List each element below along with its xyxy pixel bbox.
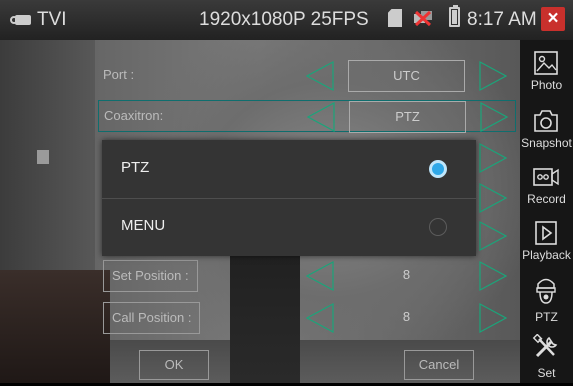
network-warning-icon <box>413 9 433 27</box>
video-sofa <box>0 270 110 383</box>
arrow-right-icon[interactable] <box>476 142 510 174</box>
row-label: Port : <box>103 67 135 82</box>
mode-label: TVI <box>37 9 67 30</box>
mode-indicator: TVI <box>10 9 67 31</box>
dialog-option-menu[interactable]: MENU <box>102 198 476 256</box>
arrow-right-icon[interactable] <box>476 260 510 292</box>
call-position-label: Call Position : <box>103 302 201 334</box>
coaxitron-value[interactable]: PTZ <box>349 101 466 133</box>
menu-row-coaxitron[interactable]: Coaxitron: PTZ <box>98 100 516 133</box>
port-value[interactable]: UTC <box>348 60 465 92</box>
arrow-left-icon[interactable] <box>304 101 338 133</box>
sidebar-item-label: Set <box>537 366 556 380</box>
set-position-label: Set Position : <box>103 260 198 292</box>
arrow-right-icon[interactable] <box>477 101 511 133</box>
camera-icon <box>10 13 32 27</box>
battery-icon <box>449 5 460 27</box>
row-label: Coaxitron: <box>104 108 164 123</box>
sidebar-item-record[interactable]: Record <box>520 160 573 216</box>
settings-tools-icon <box>532 333 560 360</box>
protocol-select-dialog: PTZ MENU <box>102 140 476 256</box>
arrow-left-icon[interactable] <box>303 302 337 334</box>
arrow-left-icon[interactable] <box>303 260 337 292</box>
menu-row-set-position: Set Position : 8 <box>98 260 520 292</box>
video-switch-plate <box>37 150 49 164</box>
menu-row-port: Port : UTC <box>98 60 520 92</box>
option-label: MENU <box>121 217 166 234</box>
snapshot-icon <box>532 108 560 134</box>
arrow-right-icon[interactable] <box>476 182 510 214</box>
sidebar: Photo Snapshot Record Playback PTZ Set <box>520 40 573 383</box>
close-button[interactable]: × <box>541 7 565 31</box>
radio-unselected-icon[interactable] <box>429 218 447 236</box>
photo-icon <box>532 50 560 76</box>
sidebar-item-photo[interactable]: Photo <box>520 46 573 102</box>
arrow-right-icon[interactable] <box>476 302 510 334</box>
arrow-right-icon[interactable] <box>476 220 510 252</box>
record-icon <box>532 164 560 190</box>
status-bar: TVI 1920x1080P 25FPS 8:17 AM × <box>0 0 573 40</box>
call-position-value[interactable]: 8 <box>348 302 465 334</box>
option-label: PTZ <box>121 159 150 176</box>
arrow-right-icon[interactable] <box>476 60 510 92</box>
radio-selected-icon[interactable] <box>429 160 447 178</box>
set-position-value[interactable]: 8 <box>348 260 465 292</box>
sd-card-icon <box>388 9 402 27</box>
ptz-camera-icon <box>532 276 560 304</box>
sidebar-item-set[interactable]: Set <box>520 330 573 386</box>
sidebar-item-label: Snapshot <box>521 136 572 150</box>
sidebar-item-ptz[interactable]: PTZ <box>520 272 573 328</box>
sidebar-item-snapshot[interactable]: Snapshot <box>520 104 573 160</box>
clock: 8:17 AM <box>467 9 537 30</box>
resolution-label: 1920x1080P 25FPS <box>199 9 369 30</box>
sidebar-item-label: Playback <box>522 248 571 262</box>
sidebar-item-label: PTZ <box>535 310 558 324</box>
dialog-option-ptz[interactable]: PTZ <box>102 140 476 198</box>
arrow-left-icon[interactable] <box>303 60 337 92</box>
cancel-button[interactable]: Cancel <box>404 350 474 380</box>
sidebar-item-label: Record <box>527 192 566 206</box>
sidebar-item-label: Photo <box>530 78 563 92</box>
sidebar-item-playback[interactable]: Playback <box>520 216 573 272</box>
menu-row-call-position: Call Position : 8 <box>98 302 520 334</box>
playback-icon <box>532 220 560 246</box>
ok-button[interactable]: OK <box>139 350 209 380</box>
